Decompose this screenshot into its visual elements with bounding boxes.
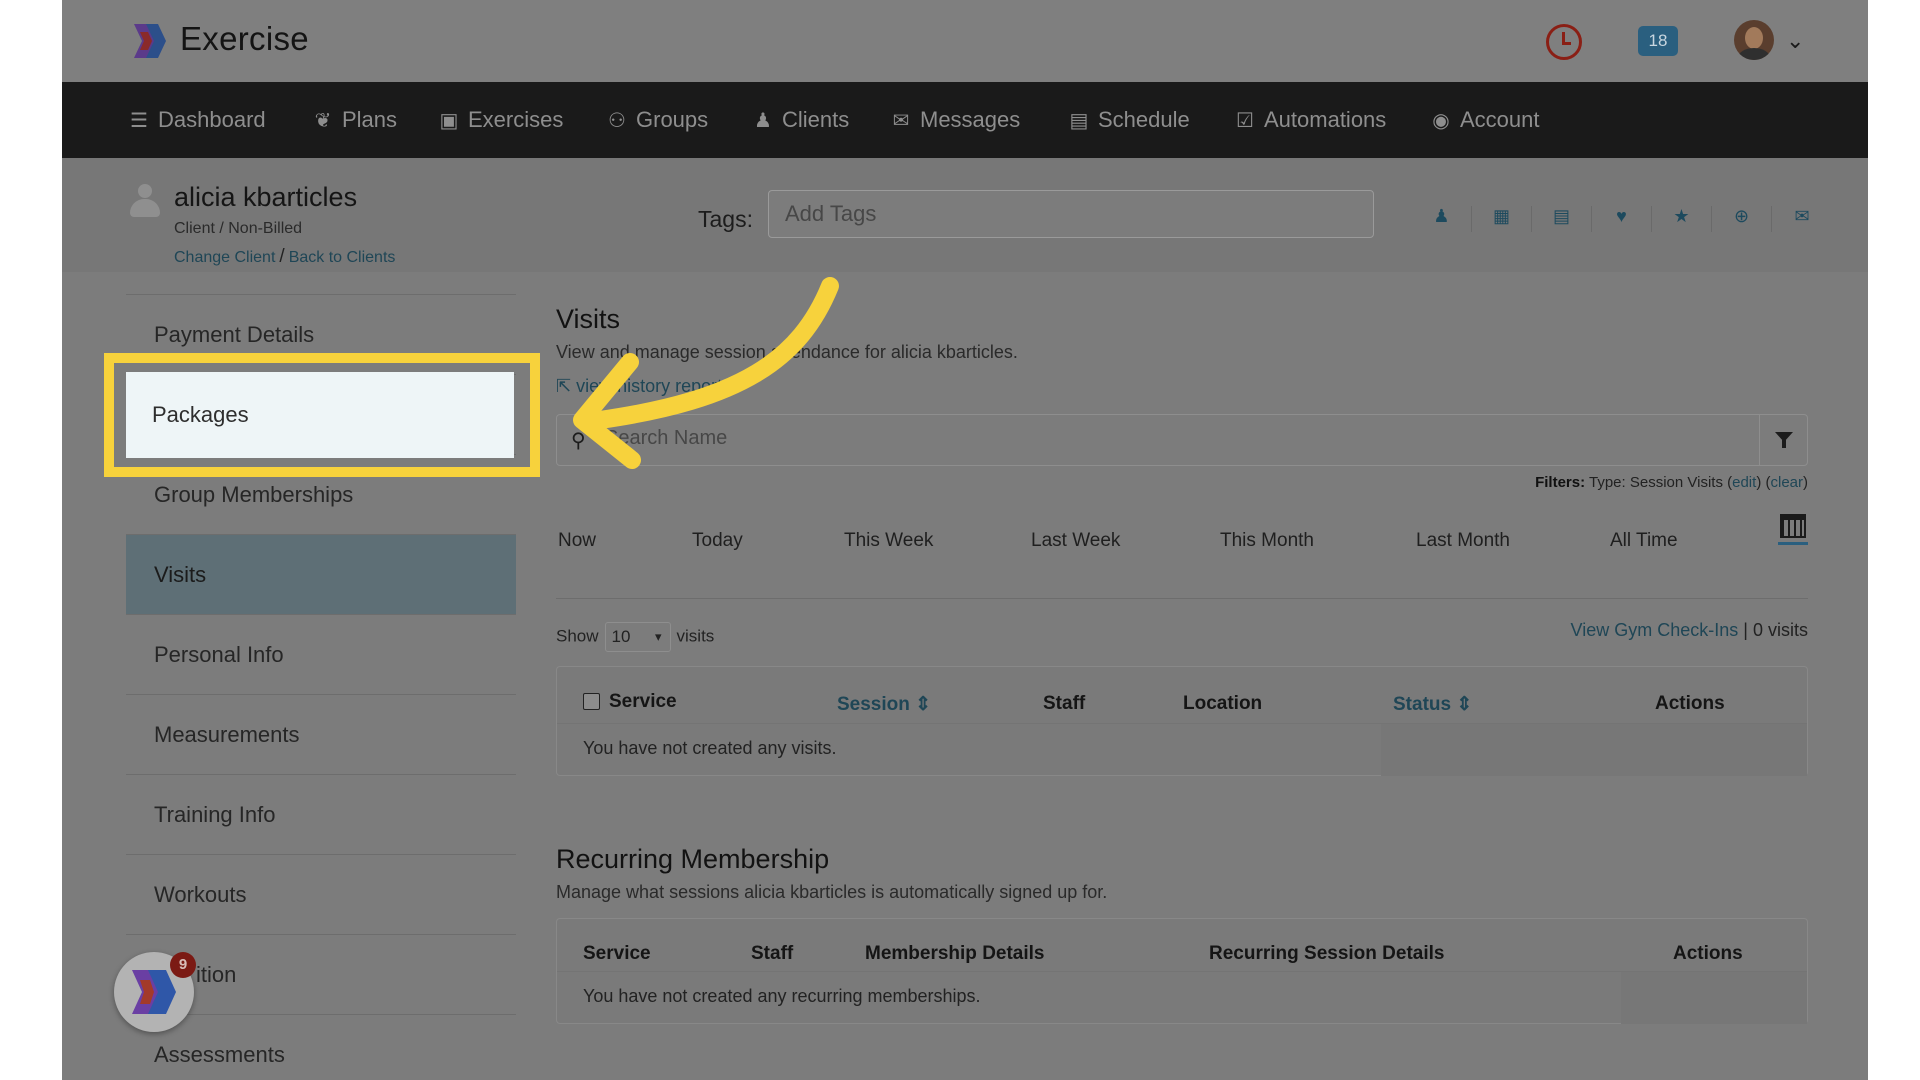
- change-client-link[interactable]: Change Client: [174, 249, 275, 266]
- external-link-icon: ⇱: [556, 376, 572, 396]
- sidebar-item-measurements[interactable]: Measurements: [126, 694, 516, 774]
- col-actions: Actions: [1655, 693, 1725, 714]
- page-size-select[interactable]: 10: [604, 622, 671, 652]
- heartbeat-icon[interactable]: ♥: [1592, 206, 1652, 232]
- visits-description: View and manage session attendance for a…: [556, 342, 1018, 362]
- sidebar-item-workouts[interactable]: Workouts: [126, 854, 516, 934]
- nav-clients[interactable]: ♟ Clients: [750, 82, 849, 158]
- user-avatar[interactable]: [1734, 20, 1774, 60]
- users-icon: ⚇: [608, 110, 626, 132]
- col-service: Service: [609, 691, 677, 712]
- filter-edit-link[interactable]: edit: [1732, 474, 1756, 491]
- col-staff: Staff: [751, 943, 794, 964]
- client-avatar-icon: [130, 184, 160, 218]
- main-nav: ☰ Dashboard ❦ Plans ▣ Exercises ⚇ Groups ♟ Cl…: [62, 82, 1868, 158]
- nav-groups[interactable]: ⚇ Groups: [604, 82, 708, 158]
- tags-label: Tags:: [698, 206, 753, 232]
- book-icon: ▤: [1069, 110, 1089, 132]
- nav-automations[interactable]: ☑ Automations: [1232, 82, 1386, 158]
- check-square-icon: ☑: [1236, 110, 1254, 132]
- dumbbell-icon: ▣: [439, 110, 459, 132]
- document-icon[interactable]: ▤: [1532, 206, 1592, 232]
- nav-plans[interactable]: ❦ Plans: [310, 82, 397, 158]
- recurring-title: Recurring Membership: [556, 844, 830, 874]
- col-status[interactable]: Status ⇕: [1393, 693, 1472, 716]
- table-row: You have not created any visits.: [557, 723, 1807, 776]
- envelope-icon: ✉: [892, 110, 910, 132]
- select-all-checkbox[interactable]: [583, 693, 600, 710]
- range-last-week[interactable]: Last Week: [1031, 530, 1120, 552]
- range-today[interactable]: Today: [692, 530, 743, 552]
- back-to-clients-link[interactable]: Back to Clients: [289, 249, 396, 266]
- top-bar: Exercise 18 ⌄: [62, 0, 1868, 82]
- range-last-month[interactable]: Last Month: [1416, 530, 1510, 552]
- sort-icon: ⇕: [915, 694, 932, 715]
- recurring-description: Manage what sessions alicia kbarticles i…: [556, 882, 1108, 902]
- bird-icon: ❦: [314, 110, 332, 132]
- sidebar-item-visits[interactable]: Visits: [126, 534, 516, 614]
- chevron-down-icon[interactable]: ⌄: [1786, 28, 1804, 54]
- gym-checkins-link[interactable]: View Gym Check-Ins: [1571, 620, 1739, 640]
- visit-count: 0 visits: [1752, 620, 1808, 640]
- plus-circle-icon[interactable]: ⊕: [1712, 206, 1772, 232]
- col-staff: Staff: [1043, 693, 1086, 714]
- col-membership-details: Membership Details: [865, 943, 1045, 964]
- client-type: Client / Non-Billed: [174, 220, 303, 237]
- page-size-control: Show10visits: [556, 622, 714, 652]
- date-range-tabs: Now Today This Week Last Week This Month…: [556, 514, 1808, 560]
- sidebar-item-personal-info[interactable]: Personal Info: [126, 614, 516, 694]
- col-session[interactable]: Session ⇕: [837, 693, 931, 716]
- visits-table: Service Session ⇕ Staff Location Status …: [556, 666, 1808, 776]
- filters-summary: Filters: Type: Session Visits (edit) (cl…: [1535, 474, 1808, 491]
- user-icon[interactable]: ♟: [1412, 206, 1472, 232]
- nav-dashboard[interactable]: ☰ Dashboard: [126, 82, 266, 158]
- sidebar-item-training-info[interactable]: Training Info: [126, 774, 516, 854]
- user-icon: ♟: [754, 110, 772, 132]
- col-service: Service: [583, 943, 651, 964]
- filter-clear-link[interactable]: clear: [1770, 474, 1803, 491]
- brand-logo[interactable]: [130, 22, 170, 60]
- nav-schedule[interactable]: ▤ Schedule: [1066, 82, 1190, 158]
- gym-checkins: View Gym Check-Ins | 0 visits: [1570, 620, 1808, 640]
- range-this-month[interactable]: This Month: [1220, 530, 1314, 552]
- client-header: alicia kbarticles Client / Non-Billed Ch…: [62, 158, 1868, 272]
- client-name: alicia kbarticles: [174, 182, 358, 212]
- col-recurring-session-details: Recurring Session Details: [1209, 943, 1445, 964]
- visits-title: Visits: [556, 304, 621, 334]
- empty-visits-message: You have not created any visits.: [583, 738, 837, 758]
- range-this-week[interactable]: This Week: [844, 530, 933, 552]
- notification-badge[interactable]: 18: [1638, 26, 1678, 56]
- list-icon: ☰: [130, 110, 148, 132]
- table-row: You have not created any recurring membe…: [557, 971, 1807, 1024]
- search-placeholder: Search Name: [605, 427, 728, 449]
- nav-account[interactable]: ◉ Account: [1428, 82, 1539, 158]
- nav-exercises[interactable]: ▣ Exercises: [436, 82, 564, 158]
- brand-name: Exercise: [180, 20, 309, 57]
- col-actions: Actions: [1673, 943, 1743, 964]
- client-links: Change Client / Back to Clients: [174, 246, 395, 268]
- history-report-link[interactable]: ⇱ view history report: [556, 376, 722, 397]
- user-circle-icon: ◉: [1432, 110, 1450, 132]
- envelope-icon[interactable]: ✉: [1772, 206, 1832, 232]
- calendar-icon[interactable]: [1778, 510, 1808, 546]
- range-all-time[interactable]: All Time: [1610, 530, 1678, 552]
- link-separator: /: [279, 246, 285, 267]
- clock-icon[interactable]: [1546, 24, 1582, 60]
- calendar-check-icon[interactable]: ▦: [1472, 206, 1532, 232]
- range-now[interactable]: Now: [558, 530, 596, 552]
- col-location: Location: [1183, 693, 1263, 714]
- highlight-frame: [104, 353, 540, 477]
- divider: [556, 598, 1808, 599]
- recurring-table: Service Staff Membership Details Recurri…: [556, 918, 1808, 1024]
- search-input[interactable]: ⚲ Search Name: [556, 414, 1808, 466]
- sort-icon: ⇕: [1456, 694, 1473, 715]
- widget-badge: 9: [170, 952, 196, 978]
- app-frame: Exercise 18 ⌄ ☰ Dashboard ❦ Plans ▣ Exercis…: [62, 0, 1868, 1080]
- filter-button[interactable]: [1759, 415, 1807, 465]
- star-icon[interactable]: ★: [1652, 206, 1712, 232]
- search-icon: ⚲: [571, 430, 586, 452]
- tags-input[interactable]: Add Tags: [768, 190, 1374, 238]
- nav-messages[interactable]: ✉ Messages: [888, 82, 1021, 158]
- empty-recurring-message: You have not created any recurring membe…: [583, 986, 981, 1006]
